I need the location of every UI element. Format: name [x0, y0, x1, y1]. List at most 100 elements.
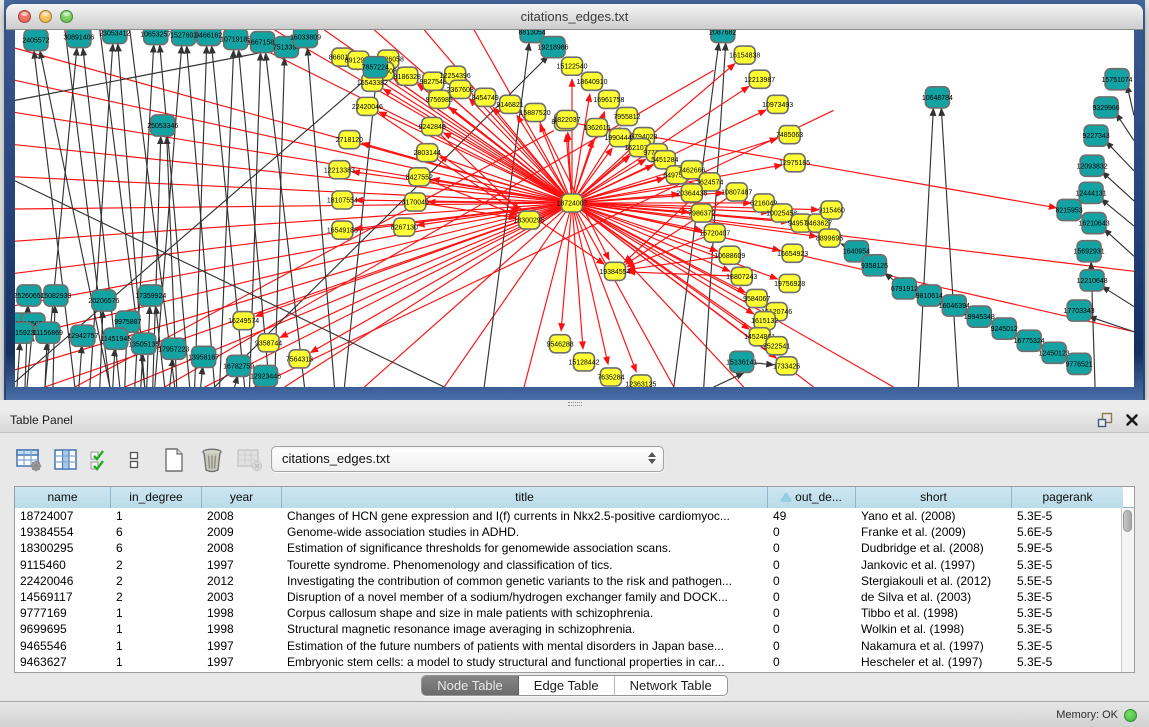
table-cell[interactable]: 2009 [202, 524, 282, 540]
table-cell[interactable]: 5.9E-5 [1012, 540, 1123, 556]
table-mode-icon[interactable] [14, 446, 44, 474]
table-row[interactable]: 1872400712008Changes of HCN gene express… [15, 508, 1134, 524]
table-cell[interactable]: 0 [768, 540, 856, 556]
table-cell[interactable]: 1 [111, 508, 202, 524]
table-cell[interactable]: Tourette syndrome. Phenomenology and cla… [282, 557, 768, 573]
table-cell[interactable]: 49 [768, 508, 856, 524]
table-cell[interactable]: 1998 [202, 605, 282, 621]
table-cell[interactable]: Hescheler et al. (1997) [856, 654, 1012, 670]
column-header-name[interactable]: name [15, 487, 111, 508]
table-cell[interactable]: 22420046 [15, 573, 111, 589]
tab-edge-table[interactable]: Edge Table [519, 676, 615, 695]
table-cell[interactable]: 1 [111, 605, 202, 621]
vertical-scrollbar[interactable] [1121, 508, 1134, 672]
table-select-dropdown[interactable]: citations_edges.txt [271, 446, 664, 472]
table-cell[interactable]: 1998 [202, 621, 282, 637]
table-cell[interactable]: Estimation of the future numbers of pati… [282, 638, 768, 654]
column-header-pagerank[interactable]: pagerank [1012, 487, 1123, 508]
table-cell[interactable]: 9465546 [15, 638, 111, 654]
table-cell[interactable]: Estimation of significance thresholds fo… [282, 540, 768, 556]
tab-node-table[interactable]: Node Table [422, 676, 519, 695]
column-header-year[interactable]: year [202, 487, 282, 508]
row-height-icon[interactable] [119, 446, 149, 474]
table-row[interactable]: 946362711997Embryonic stem cells: a mode… [15, 654, 1134, 670]
table-cell[interactable]: 9699695 [15, 621, 111, 637]
table-cell[interactable]: 2 [111, 557, 202, 573]
table-row[interactable]: 946554611997Estimation of the future num… [15, 638, 1134, 654]
table-cell[interactable]: 0 [768, 654, 856, 670]
table-cell[interactable]: Jankovic et al. (1997) [856, 557, 1012, 573]
table-cell[interactable]: 2012 [202, 573, 282, 589]
table-cell[interactable]: 0 [768, 621, 856, 637]
table-cell[interactable]: 5.3E-5 [1012, 589, 1123, 605]
table-cell[interactable]: 5.3E-5 [1012, 605, 1123, 621]
table-cell[interactable]: Yano et al. (2008) [856, 508, 1012, 524]
table-cell[interactable]: 18724007 [15, 508, 111, 524]
table-cell[interactable]: 1997 [202, 557, 282, 573]
table-cell[interactable]: de Silva et al. (2003) [856, 589, 1012, 605]
table-cell[interactable]: 6 [111, 540, 202, 556]
selection-mode-icon[interactable] [85, 446, 115, 474]
table-cell[interactable]: 1 [111, 621, 202, 637]
table-cell[interactable]: Disruption of a novel member of a sodium… [282, 589, 768, 605]
table-cell[interactable]: 2008 [202, 540, 282, 556]
table-cell[interactable]: 0 [768, 605, 856, 621]
table-cell[interactable]: 0 [768, 524, 856, 540]
table-cell[interactable]: Structural magnetic resonance image aver… [282, 621, 768, 637]
network-canvas[interactable]: 1872400786601238912954182260589827508818… [15, 30, 1134, 387]
table-cell[interactable]: 19384554 [15, 524, 111, 540]
scrollbar-thumb[interactable] [1123, 510, 1132, 532]
table-row[interactable]: 911546021997Tourette syndrome. Phenomeno… [15, 557, 1134, 573]
table-cell[interactable]: 9463627 [15, 654, 111, 670]
table-cell[interactable]: Changes of HCN gene expression and I(f) … [282, 508, 768, 524]
table-cell[interactable]: 5.6E-5 [1012, 524, 1123, 540]
table-cell[interactable]: Wolkin et al. (1998) [856, 621, 1012, 637]
table-row[interactable]: 2242004622012Investigating the contribut… [15, 573, 1134, 589]
table-cell[interactable]: 5.5E-5 [1012, 573, 1123, 589]
table-cell[interactable]: 2003 [202, 589, 282, 605]
table-cell[interactable]: 9115460 [15, 557, 111, 573]
table-cell[interactable]: 6 [111, 524, 202, 540]
column-visibility-icon[interactable] [51, 446, 81, 474]
table-cell[interactable]: 0 [768, 557, 856, 573]
column-header-short[interactable]: short [856, 487, 1012, 508]
table-cell[interactable]: 0 [768, 589, 856, 605]
column-header-in-degree[interactable]: in_degree [111, 487, 202, 508]
table-cell[interactable]: 1997 [202, 654, 282, 670]
table-cell[interactable]: Dudbridge et al. (2008) [856, 540, 1012, 556]
table-cell[interactable]: 18300295 [15, 540, 111, 556]
table-cell[interactable]: Franke et al. (2009) [856, 524, 1012, 540]
table-cell[interactable]: 14569117 [15, 589, 111, 605]
table-cell[interactable]: Stergiakouli et al. (2012) [856, 573, 1012, 589]
table-cell[interactable]: Corpus callosum shape and size in male p… [282, 605, 768, 621]
table-cell[interactable]: 9777169 [15, 605, 111, 621]
table-cell[interactable]: 2 [111, 589, 202, 605]
table-cell[interactable]: 5.3E-5 [1012, 638, 1123, 654]
tab-network-table[interactable]: Network Table [615, 676, 727, 695]
float-window-icon[interactable] [1097, 412, 1113, 433]
table-cell[interactable]: 0 [768, 638, 856, 654]
table-row[interactable]: 1938455462009Genome-wide association stu… [15, 524, 1134, 540]
column-header-out-de[interactable]: out_de... [768, 487, 856, 508]
window-title-bar[interactable]: citations_edges.txt [6, 4, 1143, 30]
memory-status-indicator[interactable] [1124, 709, 1137, 722]
table-cell[interactable]: 2 [111, 573, 202, 589]
table-cell[interactable]: 2008 [202, 508, 282, 524]
table-cell[interactable]: 0 [768, 573, 856, 589]
table-cell[interactable]: 5.3E-5 [1012, 508, 1123, 524]
delete-column-icon[interactable] [197, 446, 227, 474]
table-cell[interactable]: 5.3E-5 [1012, 621, 1123, 637]
table-row[interactable]: 969969511998Structural magnetic resonanc… [15, 621, 1134, 637]
table-cell[interactable]: Embryonic stem cells: a model to study s… [282, 654, 768, 670]
new-column-icon[interactable] [159, 446, 189, 474]
panel-splitter[interactable] [0, 400, 1149, 408]
table-cell[interactable]: 1997 [202, 638, 282, 654]
close-panel-icon[interactable] [1125, 413, 1139, 432]
table-cell[interactable]: 1 [111, 654, 202, 670]
column-header-title[interactable]: title [282, 487, 768, 508]
table-row[interactable]: 1830029562008Estimation of significance … [15, 540, 1134, 556]
table-cell[interactable]: Investigating the contribution of common… [282, 573, 768, 589]
table-cell[interactable]: 5.3E-5 [1012, 557, 1123, 573]
table-cell[interactable]: 1 [111, 638, 202, 654]
table-cell[interactable]: 5.3E-5 [1012, 654, 1123, 670]
